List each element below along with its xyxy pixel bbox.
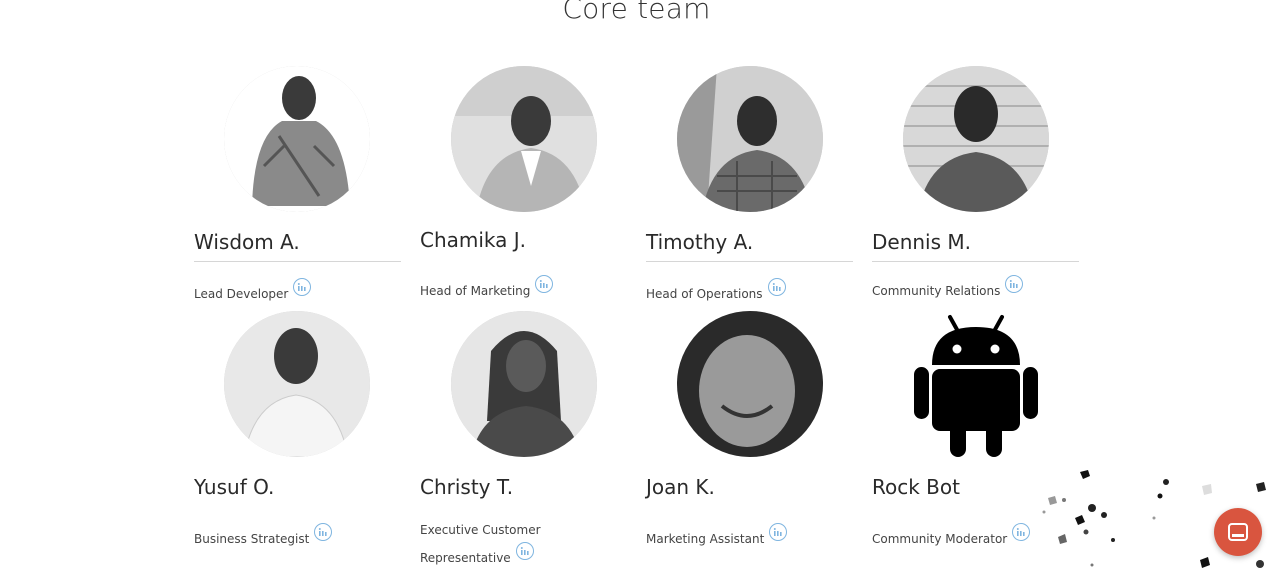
linkedin-icon[interactable] (1005, 275, 1024, 293)
member-photo (677, 311, 823, 457)
member-role: Marketing Assistant (646, 523, 788, 551)
member-role: Community Relations (872, 275, 1024, 303)
member-photo (224, 311, 370, 457)
linkedin-icon[interactable] (769, 523, 788, 541)
role-label: Marketing Assistant (646, 532, 765, 546)
member-role: Business Strategist (194, 523, 333, 551)
chat-button[interactable] (1214, 508, 1262, 556)
member-name: Dennis M. (872, 230, 972, 254)
team-card-timothy: Timothy A. Head of Operations (646, 66, 856, 306)
member-name: Christy T. (420, 475, 514, 499)
role-label: Head of Marketing (420, 284, 531, 298)
linkedin-icon[interactable] (515, 542, 534, 560)
member-role: Lead Developer (194, 278, 312, 306)
member-name: Timothy A. (646, 230, 754, 254)
android-icon (912, 313, 1040, 461)
member-role: Head of Marketing (420, 275, 554, 303)
team-card-dennis: Dennis M. Community Relations (872, 66, 1082, 306)
page-title: Core team (562, 0, 711, 25)
divider (646, 261, 853, 262)
member-name: Yusuf O. (194, 475, 275, 499)
member-role: Head of Operations (646, 278, 786, 306)
linkedin-icon[interactable] (767, 278, 786, 296)
member-photo (677, 66, 823, 212)
linkedin-icon[interactable] (293, 278, 312, 296)
role-label-line2: Representative (420, 551, 511, 565)
divider (194, 261, 401, 262)
member-name: Chamika J. (420, 228, 527, 252)
member-photo (451, 66, 597, 212)
role-label: Head of Operations (646, 287, 763, 301)
role-label: Community Moderator (872, 532, 1008, 546)
member-photo (903, 66, 1049, 212)
team-card-yusuf: Yusuf O. Business Strategist (194, 311, 404, 551)
role-label: Business Strategist (194, 532, 310, 546)
member-name: Joan K. (646, 475, 715, 499)
linkedin-icon[interactable] (535, 275, 554, 293)
role-label: Lead Developer (194, 287, 289, 301)
team-card-joan: Joan K. Marketing Assistant (646, 311, 856, 551)
member-name: Rock Bot (872, 475, 960, 499)
member-photo (224, 66, 370, 212)
linkedin-icon[interactable] (314, 523, 333, 541)
member-role: Community Moderator (872, 523, 1031, 551)
team-card-christy: Christy T. Executive Customer Representa… (420, 311, 630, 571)
chat-icon (1228, 523, 1248, 541)
team-card-chamika: Chamika J. Head of Marketing (420, 66, 630, 306)
member-photo (451, 311, 597, 457)
member-name: Wisdom A. (194, 230, 300, 254)
role-label: Community Relations (872, 284, 1001, 298)
member-role: Executive Customer Representative (420, 519, 541, 570)
linkedin-icon[interactable] (1012, 523, 1031, 541)
divider (872, 261, 1079, 262)
role-label-line1: Executive Customer (420, 523, 541, 537)
team-card-wisdom: Wisdom A. Lead Developer (194, 66, 404, 306)
